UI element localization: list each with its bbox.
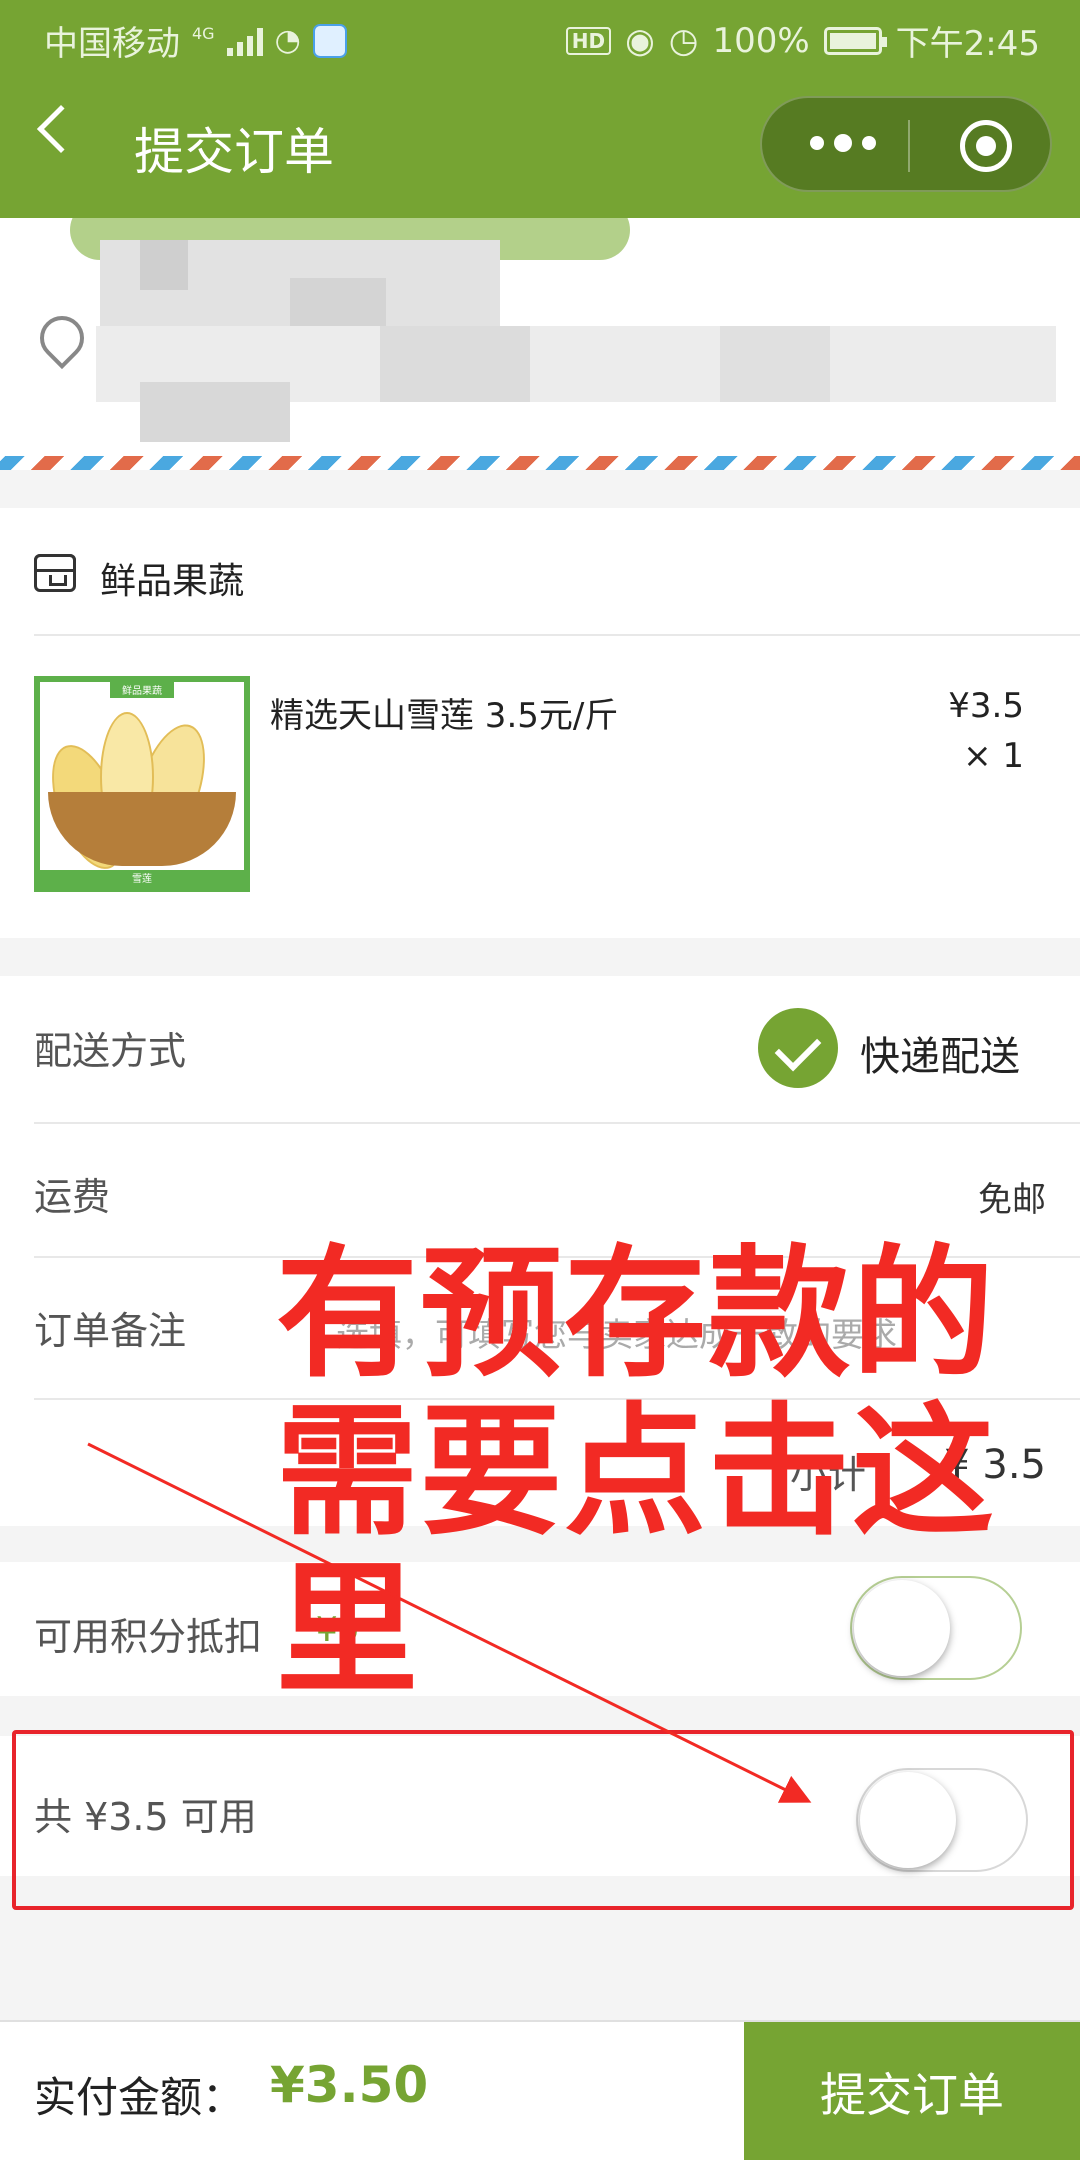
highlight-box: [12, 1730, 1074, 1910]
redacted-block: [290, 278, 386, 326]
thumb-top-label: 鲜品果蔬: [110, 682, 174, 698]
delivery-label: 配送方式: [34, 1029, 187, 1073]
store-name: 鲜品果蔬: [100, 561, 245, 602]
battery-icon: [823, 26, 887, 55]
product-name: 精选天山雪莲 3.5元/斤: [270, 696, 619, 736]
shipping-value: 免邮: [978, 1180, 1046, 1220]
row-divider: [34, 1122, 1080, 1124]
more-icon[interactable]: [810, 134, 876, 152]
signal-icon: [226, 26, 263, 56]
basket-art: [48, 792, 236, 866]
thumb-bottom-label: 雪莲: [40, 870, 244, 886]
hd-icon: HD: [565, 26, 612, 55]
redacted-block: [720, 326, 830, 402]
payable-amount: ¥3.50: [270, 2056, 429, 2114]
eye-icon: ◉: [625, 20, 655, 61]
clock-time: 下午2:45: [895, 24, 1040, 64]
product-quantity: × 1: [963, 736, 1024, 776]
store-card: 鲜品果蔬 鲜品果蔬 雪莲 精选天山雪莲 3.5元/斤 ¥3.5 × 1: [0, 508, 1080, 938]
status-bar: 中国移动 4G ◔ HD ◉ ◷ 100% 下午2:45: [0, 0, 1080, 72]
footer-bar: 实付金额： ¥3.50 提交订单: [0, 2020, 1080, 2160]
redacted-block: [380, 326, 530, 402]
airmail-stripe: [0, 456, 1080, 470]
delivery-method[interactable]: 快递配送: [860, 1024, 1020, 1082]
carrier-label: 中国移动: [44, 24, 180, 64]
address-card[interactable]: [0, 218, 1080, 458]
product-price: ¥3.5: [948, 686, 1024, 726]
alarm-icon: ◷: [668, 20, 699, 61]
network-label: 4G: [192, 24, 215, 43]
miniprogram-capsule: [760, 96, 1052, 192]
product-image[interactable]: 鲜品果蔬 雪莲: [34, 676, 250, 892]
back-icon[interactable]: [36, 104, 86, 154]
shipping-label: 运费: [34, 1175, 111, 1219]
battery-percent: 100%: [712, 20, 810, 61]
close-miniprogram-icon[interactable]: [960, 120, 1012, 172]
remark-label: 订单备注: [34, 1309, 187, 1353]
store-divider: [34, 634, 1080, 636]
page-title: 提交订单: [134, 123, 334, 181]
payable-label: 实付金额：: [34, 2073, 245, 2122]
app-notification-icon: [312, 23, 347, 58]
wifi-icon: ◔: [274, 23, 301, 58]
checkmark-icon[interactable]: [758, 1008, 838, 1088]
redacted-block: [140, 240, 188, 290]
location-icon: [30, 306, 94, 370]
header-bar: 中国移动 4G ◔ HD ◉ ◷ 100% 下午2:45 提交订单: [0, 0, 1080, 218]
redacted-block: [140, 382, 290, 442]
store-icon: [34, 554, 76, 592]
capsule-divider: [908, 120, 910, 172]
submit-order-button[interactable]: 提交订单: [744, 2022, 1080, 2160]
annotation-text: 有预存款的需要点击这里: [276, 1232, 996, 1713]
points-label: 可用积分抵扣: [34, 1615, 263, 1659]
